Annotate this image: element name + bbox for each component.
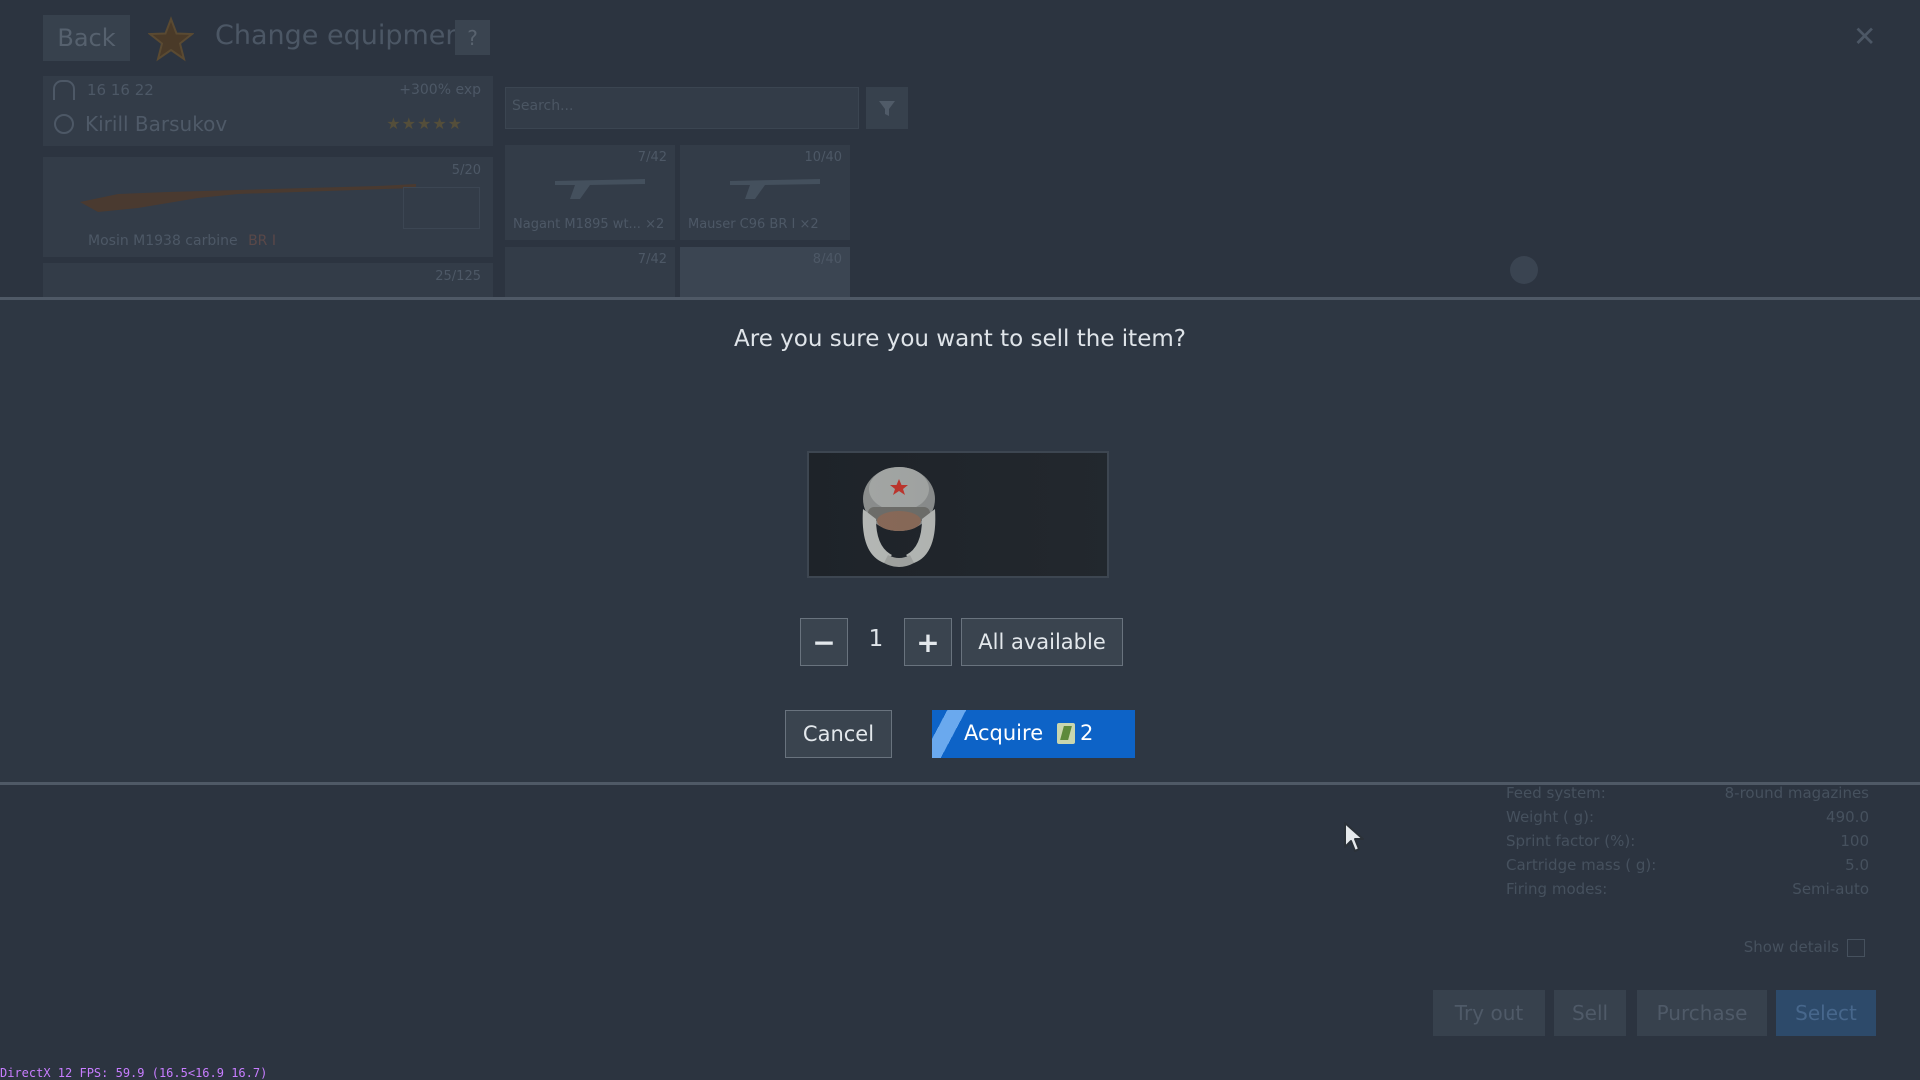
- item-preview: [807, 451, 1109, 578]
- weapon-ammo-count: 25/125: [435, 269, 481, 284]
- close-icon[interactable]: ✕: [1853, 20, 1876, 53]
- quantity-value: 1: [868, 626, 884, 652]
- purchase-button[interactable]: Purchase: [1637, 990, 1767, 1036]
- stat-label: Sprint factor (%):: [1506, 832, 1636, 850]
- sell-button[interactable]: Sell: [1554, 990, 1626, 1036]
- tile-count: 7/42: [637, 150, 667, 165]
- stat-row: Sprint factor (%): 100: [1506, 832, 1869, 854]
- show-details-toggle[interactable]: Show details: [1744, 938, 1865, 957]
- location-icon: [54, 114, 74, 134]
- filter-icon: [879, 101, 895, 116]
- tile-name: Nagant M1895 wt... ×2: [513, 217, 664, 232]
- pistol-icon: [555, 179, 645, 199]
- stat-label: Cartridge mass ( g):: [1506, 856, 1657, 874]
- try-out-button[interactable]: Try out: [1433, 990, 1545, 1036]
- soldier-name: Kirill Barsukov: [85, 112, 228, 136]
- acquire-button[interactable]: Acquire 2: [932, 710, 1135, 758]
- search-input[interactable]: Search...: [505, 87, 859, 129]
- stat-label: Weight ( g):: [1506, 808, 1595, 826]
- weapon-name-label: Mosin M1938 carbine: [88, 233, 238, 249]
- stat-value: Semi-auto: [1792, 880, 1869, 898]
- weapon-ammo-count: 5/20: [451, 163, 481, 178]
- sell-confirmation-dialog: Are you sure you want to sell the item? …: [0, 297, 1920, 785]
- cancel-button[interactable]: Cancel: [785, 710, 892, 758]
- weapon-class-icon: [1510, 256, 1538, 284]
- select-button[interactable]: Select: [1776, 990, 1876, 1036]
- soldier-exp-bonus: +300% exp: [399, 82, 481, 98]
- pistol-icon: [730, 179, 820, 199]
- weapon-mod-slot[interactable]: [403, 187, 480, 229]
- acquire-label: Acquire: [964, 721, 1044, 745]
- help-button[interactable]: ?: [455, 20, 490, 55]
- stat-row: Cartridge mass ( g): 5.0: [1506, 856, 1869, 878]
- soldier-rating: ★★★★★: [386, 114, 463, 133]
- stat-row: Feed system: 8-round magazines: [1506, 784, 1869, 806]
- dialog-title: Are you sure you want to sell the item?: [734, 326, 1186, 352]
- stat-label: Firing modes:: [1506, 880, 1608, 898]
- weapon-tier: BR I: [248, 233, 276, 249]
- fps-overlay: DirectX 12 FPS: 59.9 (16.5<16.9 16.7): [0, 1066, 268, 1080]
- all-available-button[interactable]: All available: [961, 618, 1123, 666]
- stat-row: Weight ( g): 490.0: [1506, 808, 1869, 830]
- stat-value: 5.0: [1845, 856, 1869, 874]
- page-title: Change equipment: [215, 20, 474, 51]
- increase-quantity-button[interactable]: +: [904, 618, 952, 666]
- stat-value: 8-round magazines: [1724, 784, 1869, 802]
- show-details-checkbox[interactable]: [1847, 938, 1865, 957]
- headphones-icon: [53, 80, 75, 100]
- ushanka-hat-icon: [862, 467, 936, 567]
- tile-extra: ×2: [645, 217, 665, 232]
- tile-count: 8/40: [812, 252, 842, 267]
- soldier-stats: 16 16 22: [87, 81, 154, 99]
- stat-label: Feed system:: [1506, 784, 1606, 802]
- item-tile-selected[interactable]: 8/40: [680, 247, 850, 297]
- filter-button[interactable]: [866, 87, 908, 129]
- soldier-card[interactable]: 16 16 22 +300% exp Kirill Barsukov ★★★★★: [43, 76, 493, 146]
- show-details-label: Show details: [1743, 938, 1839, 956]
- tile-name: Mauser C96 BR I ×2: [688, 217, 819, 232]
- tile-count: 7/42: [637, 252, 667, 267]
- star-rank-icon: [148, 16, 194, 62]
- ticket-icon: [1057, 723, 1075, 744]
- tile-name-label: Mauser C96 BR I: [688, 217, 796, 232]
- back-button[interactable]: Back: [43, 15, 130, 61]
- stat-row: Firing modes: Semi-auto: [1506, 880, 1869, 902]
- primary-weapon-slot[interactable]: 5/20 Mosin M1938 carbine BR I: [43, 157, 493, 257]
- weapon-stats-panel: Feed system: 8-round magazines Weight ( g…: [1500, 780, 1875, 960]
- weapon-preview: [1480, 240, 1880, 290]
- item-tile[interactable]: 7/42 Nagant M1895 wt... ×2: [505, 145, 675, 240]
- weapon-name: Mosin M1938 carbine BR I: [88, 233, 276, 249]
- rifle-icon: [80, 184, 416, 212]
- item-tile[interactable]: 10/40 Mauser C96 BR I ×2: [680, 145, 850, 240]
- tile-count: 10/40: [804, 150, 842, 165]
- acquire-price: 2: [1080, 721, 1094, 745]
- stat-value: 100: [1840, 832, 1869, 850]
- tile-name-label: Nagant M1895 wt...: [513, 217, 641, 232]
- item-tile[interactable]: 7/42: [505, 247, 675, 297]
- tile-extra: ×2: [799, 217, 819, 232]
- decrease-quantity-button[interactable]: −: [800, 618, 848, 666]
- mouse-cursor-icon: [1344, 822, 1364, 852]
- stat-value: 490.0: [1826, 808, 1869, 826]
- search-placeholder: Search...: [512, 98, 574, 114]
